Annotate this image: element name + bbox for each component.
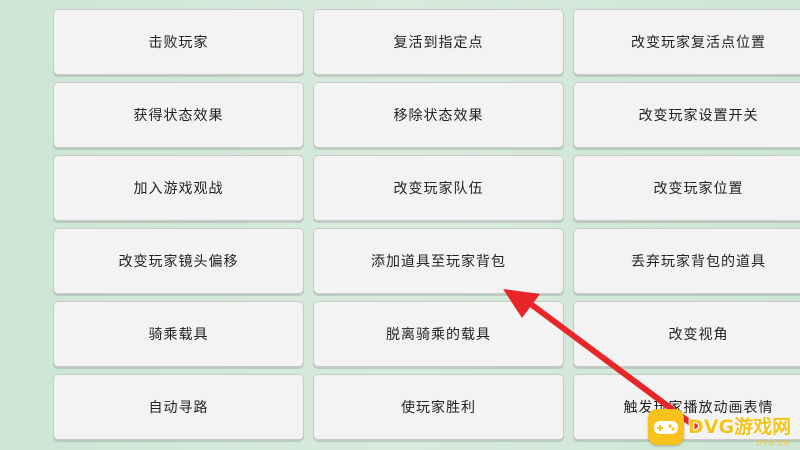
ride-vehicle-button[interactable]: 骑乘载具 [53, 301, 304, 367]
action-grid: 击败玩家 复活到指定点 改变玩家复活点位置 获得状态效果 移除状态效果 改变玩家… [53, 9, 800, 440]
remove-status-effect-button[interactable]: 移除状态效果 [313, 82, 564, 148]
add-item-to-backpack-button[interactable]: 添加道具至玩家背包 [313, 228, 564, 294]
respawn-at-point-button[interactable]: 复活到指定点 [313, 9, 564, 75]
leave-vehicle-button[interactable]: 脱离骑乘的载具 [313, 301, 564, 367]
watermark-url: DVG.CN [756, 439, 790, 447]
watermark-brand: DVG游戏网 [688, 416, 792, 438]
action-panel: 击败玩家 复活到指定点 改变玩家复活点位置 获得状态效果 移除状态效果 改变玩家… [0, 0, 800, 450]
change-team-button[interactable]: 改变玩家队伍 [313, 155, 564, 221]
change-position-button[interactable]: 改变玩家位置 [573, 155, 800, 221]
change-player-settings-button[interactable]: 改变玩家设置开关 [573, 82, 800, 148]
change-view-button[interactable]: 改变视角 [573, 301, 800, 367]
defeat-player-button[interactable]: 击败玩家 [53, 9, 304, 75]
auto-pathfind-button[interactable]: 自动寻路 [53, 374, 304, 440]
watermark: DVG游戏网 DVG.CN [648, 407, 798, 447]
player-win-button[interactable]: 使玩家胜利 [313, 374, 564, 440]
change-camera-offset-button[interactable]: 改变玩家镜头偏移 [53, 228, 304, 294]
gamepad-icon [648, 409, 684, 445]
change-respawn-point-button[interactable]: 改变玩家复活点位置 [573, 9, 800, 75]
gain-status-effect-button[interactable]: 获得状态效果 [53, 82, 304, 148]
join-spectate-button[interactable]: 加入游戏观战 [53, 155, 304, 221]
drop-backpack-item-button[interactable]: 丢弃玩家背包的道具 [573, 228, 800, 294]
